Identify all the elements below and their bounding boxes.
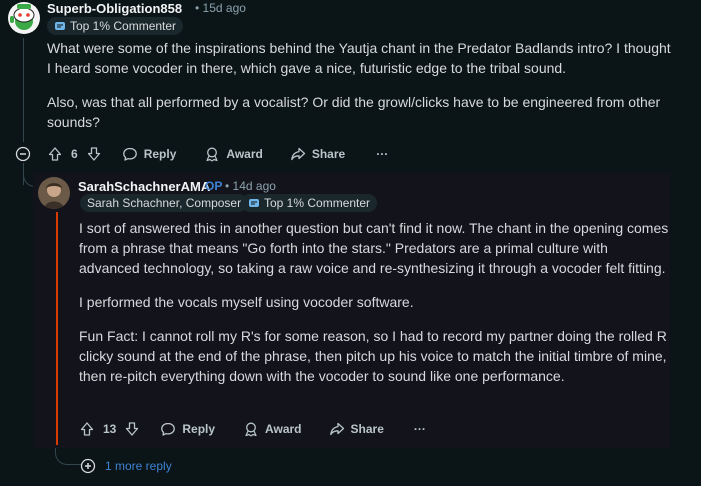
reply-downvote-button[interactable] bbox=[124, 421, 140, 437]
comment-flair-icon bbox=[55, 22, 65, 30]
reply-flair-top-label: Top 1% Commenter bbox=[264, 196, 371, 210]
op-badge: OP bbox=[205, 179, 223, 193]
upvote-button[interactable] bbox=[47, 146, 63, 162]
more-replies-label[interactable]: 1 more reply bbox=[105, 459, 172, 473]
reply-flair-top: Top 1% Commenter bbox=[241, 194, 378, 212]
award-icon bbox=[206, 147, 218, 162]
award-button[interactable]: Award bbox=[204, 146, 263, 162]
comment-header: Superb-Obligation858 • 15d ago Top 1% Co… bbox=[8, 0, 688, 36]
share-label: Share bbox=[311, 147, 346, 161]
collapse-button[interactable] bbox=[15, 146, 31, 162]
comment-body: What were some of the inspirations behin… bbox=[47, 38, 677, 146]
expand-icon bbox=[80, 458, 96, 474]
comment-paragraph-2: Also, was that all performed by a vocali… bbox=[47, 94, 661, 130]
downvote-icon bbox=[87, 147, 100, 161]
comment-time-text[interactable]: 15d ago bbox=[203, 1, 246, 15]
comment-time[interactable]: • 15d ago bbox=[195, 1, 246, 15]
reply-paragraph-1: I sort of answered this in another quest… bbox=[79, 220, 669, 276]
reply-icon bbox=[161, 422, 176, 436]
thread-line-main bbox=[23, 38, 24, 142]
more-options-button[interactable]: ··· bbox=[376, 147, 388, 161]
reply-avatar[interactable] bbox=[38, 177, 70, 209]
comment-flair: Top 1% Commenter bbox=[47, 17, 184, 35]
share-icon bbox=[290, 147, 305, 161]
reply-flair-icon bbox=[249, 199, 259, 207]
reply-flair-composer-label: Sarah Schachner, Composer bbox=[87, 196, 242, 210]
reply-button[interactable]: Reply bbox=[122, 146, 177, 162]
reply-vote-count: 13 bbox=[103, 422, 117, 436]
reply-header: SarahSchachnerAMA OP • 14d ago Sarah Sch… bbox=[38, 175, 658, 215]
reply-actions: 13 Reply Award Share ··· bbox=[79, 420, 426, 438]
vote-count: 6 bbox=[71, 147, 78, 161]
reply-reply-label: Reply bbox=[182, 422, 216, 436]
avatar[interactable] bbox=[8, 2, 40, 34]
reply-icon bbox=[122, 147, 137, 161]
comment-actions: 6 Reply Award Share ··· bbox=[47, 145, 388, 163]
reply-flair-composer: Sarah Schachner, Composer bbox=[80, 194, 249, 212]
reply-reply-button[interactable]: Reply bbox=[160, 421, 215, 437]
reply-orange-bar bbox=[56, 212, 58, 445]
reply-upvote-button[interactable] bbox=[79, 421, 95, 437]
award-icon bbox=[245, 422, 257, 437]
downvote-button[interactable] bbox=[86, 146, 102, 162]
upvote-icon bbox=[48, 147, 62, 161]
reply-body: I sort of answered this in another quest… bbox=[79, 218, 669, 400]
reply-award-label: Award bbox=[265, 422, 302, 436]
comment-username[interactable]: Superb-Obligation858 bbox=[47, 1, 182, 16]
reply-username[interactable]: SarahSchachnerAMA bbox=[78, 179, 210, 194]
downvote-icon bbox=[126, 422, 139, 436]
collapse-icon bbox=[15, 146, 31, 162]
upvote-icon bbox=[80, 422, 94, 436]
comment-flair-label: Top 1% Commenter bbox=[70, 19, 177, 33]
reply-time-text[interactable]: 14d ago bbox=[233, 179, 276, 193]
share-button[interactable]: Share bbox=[290, 146, 345, 162]
reply-paragraph-3: Fun Fact: I cannot roll my R's for some … bbox=[79, 328, 667, 384]
reply-paragraph-2: I performed the vocals myself using voco… bbox=[79, 294, 414, 310]
share-icon bbox=[329, 422, 344, 436]
reply-award-button[interactable]: Award bbox=[243, 421, 302, 437]
more-replies-button[interactable]: 1 more reply bbox=[80, 458, 172, 474]
reply-label: Reply bbox=[143, 147, 177, 161]
reply-share-button[interactable]: Share bbox=[329, 421, 384, 437]
award-label: Award bbox=[226, 147, 263, 161]
reply-time[interactable]: • 14d ago bbox=[225, 179, 276, 193]
comment-paragraph-1: What were some of the inspirations behin… bbox=[47, 40, 671, 76]
reply-share-label: Share bbox=[350, 422, 384, 436]
reply-more-options-button[interactable]: ··· bbox=[414, 422, 426, 436]
